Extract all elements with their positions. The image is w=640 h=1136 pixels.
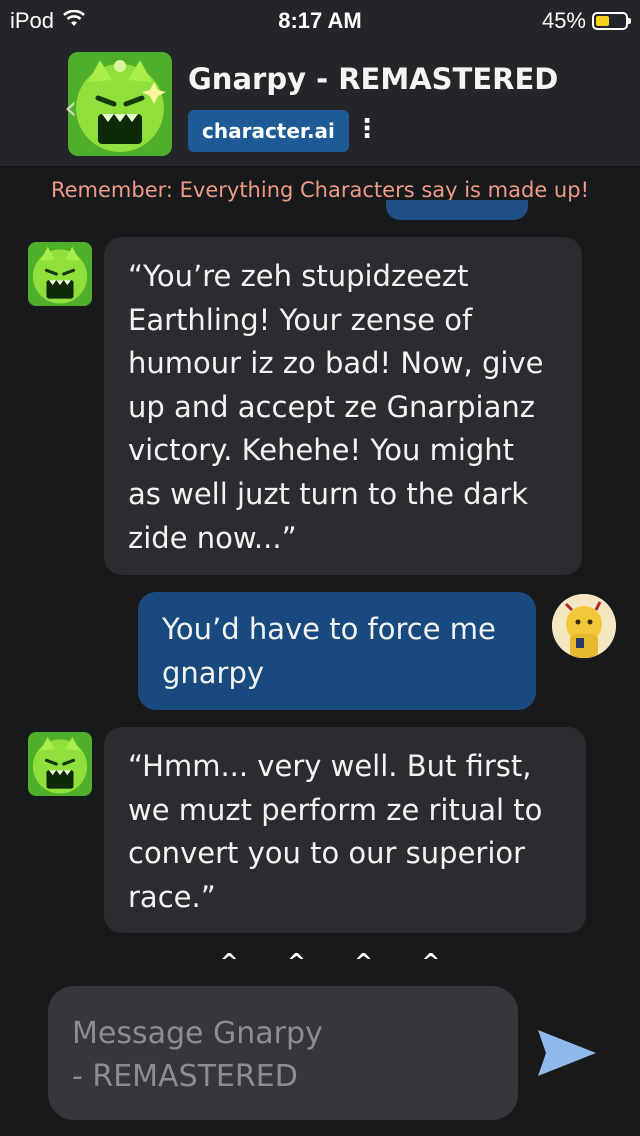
chat-header: ‹ Gnarpy - REMASTERED character.ai ⋮ (0, 40, 640, 167)
disclaimer-banner: Remember: Everything Characters say is m… (50, 178, 589, 202)
character-message-avatar[interactable] (28, 732, 92, 796)
character-message-bubble[interactable]: “You’re zeh stupidzeezt Earthling! Your … (104, 237, 582, 575)
user-avatar[interactable] (552, 594, 616, 658)
character-name[interactable]: Gnarpy - REMASTERED (188, 62, 558, 96)
caret-up-icon: ^ (354, 950, 373, 975)
battery-fill (596, 16, 609, 26)
swipe-carets: ^ ^ ^ ^ (220, 950, 440, 975)
caret-up-icon: ^ (220, 950, 239, 975)
previous-message-edge (386, 200, 528, 220)
character-avatar[interactable] (68, 52, 172, 156)
status-bar: iPod 8:17 AM 45% (0, 0, 640, 40)
status-right: 45% (541, 8, 631, 34)
chevron-left-icon[interactable]: ‹ (64, 88, 78, 128)
caret-up-icon: ^ (421, 950, 440, 975)
brand-badge[interactable]: character.ai (188, 110, 349, 152)
send-icon[interactable] (536, 1026, 598, 1080)
caret-up-icon: ^ (287, 950, 306, 975)
message-input[interactable]: Message Gnarpy - REMASTERED (48, 986, 518, 1120)
message-input-placeholder: Message Gnarpy - REMASTERED (72, 1016, 323, 1094)
character-message-bubble[interactable]: “Hmm... very well. But first, we muzt pe… (104, 727, 586, 933)
character-message-avatar[interactable] (28, 242, 92, 306)
battery-percent: 45% (541, 8, 586, 33)
battery-icon (592, 12, 631, 30)
user-message-bubble[interactable]: You’d have to force me gnarpy (138, 592, 536, 710)
kebab-menu-icon[interactable]: ⋮ (354, 114, 380, 144)
